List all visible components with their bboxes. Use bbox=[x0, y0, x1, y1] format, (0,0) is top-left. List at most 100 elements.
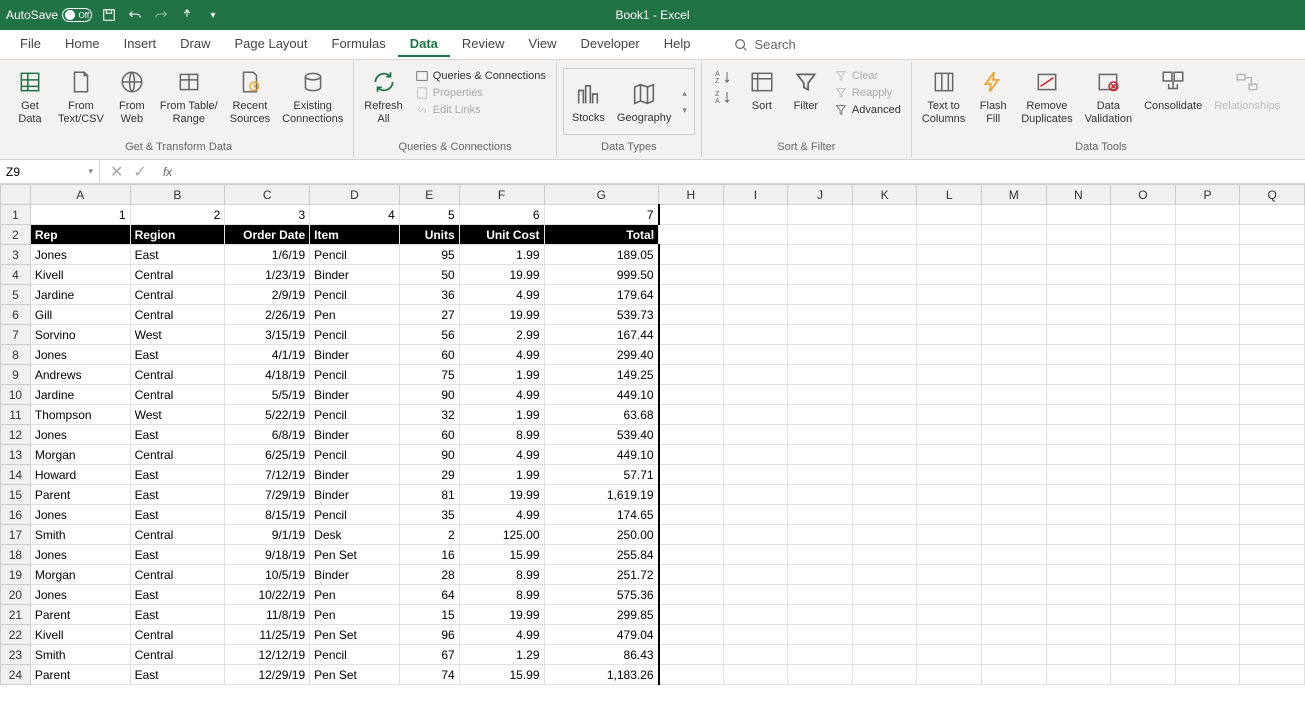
row-header[interactable]: 6 bbox=[1, 305, 31, 325]
filter-button[interactable]: Filter bbox=[786, 64, 826, 115]
cell[interactable] bbox=[1240, 505, 1305, 525]
header-cell[interactable]: Item bbox=[310, 225, 400, 245]
cell[interactable]: 1,183.26 bbox=[544, 665, 659, 685]
row-header[interactable]: 15 bbox=[1, 485, 31, 505]
cell[interactable]: 96 bbox=[399, 625, 459, 645]
cell[interactable] bbox=[659, 645, 724, 665]
cell[interactable]: 5 bbox=[399, 205, 459, 225]
cell[interactable]: Pencil bbox=[310, 325, 400, 345]
cell[interactable]: Pen bbox=[310, 305, 400, 325]
cell[interactable]: Pencil bbox=[310, 645, 400, 665]
from-text-csv-button[interactable]: From Text/CSV bbox=[54, 64, 108, 128]
cell[interactable]: 449.10 bbox=[544, 385, 659, 405]
autosave-toggle[interactable]: AutoSave Off bbox=[6, 8, 92, 22]
cell[interactable]: 63.68 bbox=[544, 405, 659, 425]
cell[interactable]: 6/25/19 bbox=[225, 445, 310, 465]
cell[interactable]: 9/1/19 bbox=[225, 525, 310, 545]
cell[interactable]: 4.99 bbox=[459, 345, 544, 365]
cell[interactable]: 36 bbox=[399, 285, 459, 305]
cell[interactable]: Jardine bbox=[30, 385, 130, 405]
cell[interactable]: 75 bbox=[399, 365, 459, 385]
cell[interactable]: 179.64 bbox=[544, 285, 659, 305]
cell[interactable] bbox=[852, 285, 917, 305]
cell[interactable] bbox=[1046, 365, 1111, 385]
cell[interactable]: Central bbox=[130, 565, 225, 585]
cell[interactable]: 60 bbox=[399, 345, 459, 365]
cell[interactable] bbox=[1240, 485, 1305, 505]
cell[interactable] bbox=[1111, 345, 1176, 365]
cell[interactable] bbox=[917, 525, 982, 545]
cell[interactable] bbox=[1111, 665, 1176, 685]
row-header[interactable]: 24 bbox=[1, 665, 31, 685]
sort-asc-button[interactable]: AZ bbox=[710, 68, 736, 86]
tab-help[interactable]: Help bbox=[652, 32, 703, 57]
cell[interactable] bbox=[659, 385, 724, 405]
cell[interactable] bbox=[1240, 605, 1305, 625]
cell[interactable]: 64 bbox=[399, 585, 459, 605]
cell[interactable]: 449.10 bbox=[544, 445, 659, 465]
cell[interactable] bbox=[723, 425, 788, 445]
cell[interactable] bbox=[659, 245, 724, 265]
cell[interactable]: 19.99 bbox=[459, 265, 544, 285]
cell[interactable] bbox=[981, 365, 1046, 385]
column-header[interactable]: A bbox=[30, 185, 130, 205]
cell[interactable]: 4.99 bbox=[459, 385, 544, 405]
cell[interactable]: 90 bbox=[399, 385, 459, 405]
cell[interactable] bbox=[788, 505, 853, 525]
cell[interactable]: 9/18/19 bbox=[225, 545, 310, 565]
cell[interactable] bbox=[917, 225, 982, 245]
cell[interactable]: 7/29/19 bbox=[225, 485, 310, 505]
cell[interactable] bbox=[659, 405, 724, 425]
cell[interactable] bbox=[788, 585, 853, 605]
cell[interactable]: Central bbox=[130, 385, 225, 405]
cell[interactable] bbox=[981, 245, 1046, 265]
cell[interactable] bbox=[852, 265, 917, 285]
cell[interactable] bbox=[1046, 205, 1111, 225]
tab-view[interactable]: View bbox=[517, 32, 569, 57]
cell[interactable]: 1.99 bbox=[459, 365, 544, 385]
cell[interactable] bbox=[788, 405, 853, 425]
cell[interactable] bbox=[1111, 585, 1176, 605]
cell[interactable]: Jones bbox=[30, 545, 130, 565]
cell[interactable] bbox=[723, 585, 788, 605]
cell[interactable]: 6/8/19 bbox=[225, 425, 310, 445]
cell[interactable] bbox=[1111, 545, 1176, 565]
cell[interactable]: Sorvino bbox=[30, 325, 130, 345]
cell[interactable] bbox=[723, 265, 788, 285]
cell[interactable]: Morgan bbox=[30, 565, 130, 585]
cell[interactable] bbox=[1111, 405, 1176, 425]
cell[interactable] bbox=[1046, 265, 1111, 285]
cell[interactable] bbox=[1240, 465, 1305, 485]
cell[interactable] bbox=[788, 665, 853, 685]
cell[interactable] bbox=[1111, 645, 1176, 665]
cell[interactable] bbox=[917, 385, 982, 405]
cell[interactable] bbox=[917, 245, 982, 265]
row-header[interactable]: 1 bbox=[1, 205, 31, 225]
cell[interactable]: 56 bbox=[399, 325, 459, 345]
cell[interactable] bbox=[659, 345, 724, 365]
cell[interactable] bbox=[981, 605, 1046, 625]
cell[interactable] bbox=[917, 585, 982, 605]
cell[interactable] bbox=[1175, 265, 1240, 285]
cell[interactable] bbox=[788, 265, 853, 285]
save-icon[interactable] bbox=[100, 6, 118, 24]
cell[interactable] bbox=[788, 465, 853, 485]
cell[interactable] bbox=[1175, 565, 1240, 585]
column-header[interactable]: H bbox=[659, 185, 724, 205]
cell[interactable]: 32 bbox=[399, 405, 459, 425]
cell[interactable]: Pencil bbox=[310, 365, 400, 385]
cell[interactable] bbox=[659, 545, 724, 565]
cell[interactable] bbox=[852, 445, 917, 465]
cell[interactable]: 19.99 bbox=[459, 605, 544, 625]
stocks-button[interactable]: Stocks bbox=[568, 76, 609, 127]
cell[interactable] bbox=[788, 445, 853, 465]
cell[interactable] bbox=[1175, 525, 1240, 545]
cell[interactable]: 2 bbox=[130, 205, 225, 225]
cell[interactable] bbox=[659, 285, 724, 305]
cell[interactable] bbox=[1175, 205, 1240, 225]
cell[interactable] bbox=[917, 565, 982, 585]
tab-file[interactable]: File bbox=[8, 32, 53, 57]
data-validation-button[interactable]: Data Validation bbox=[1081, 64, 1137, 128]
column-header[interactable]: F bbox=[459, 185, 544, 205]
cell[interactable] bbox=[917, 285, 982, 305]
